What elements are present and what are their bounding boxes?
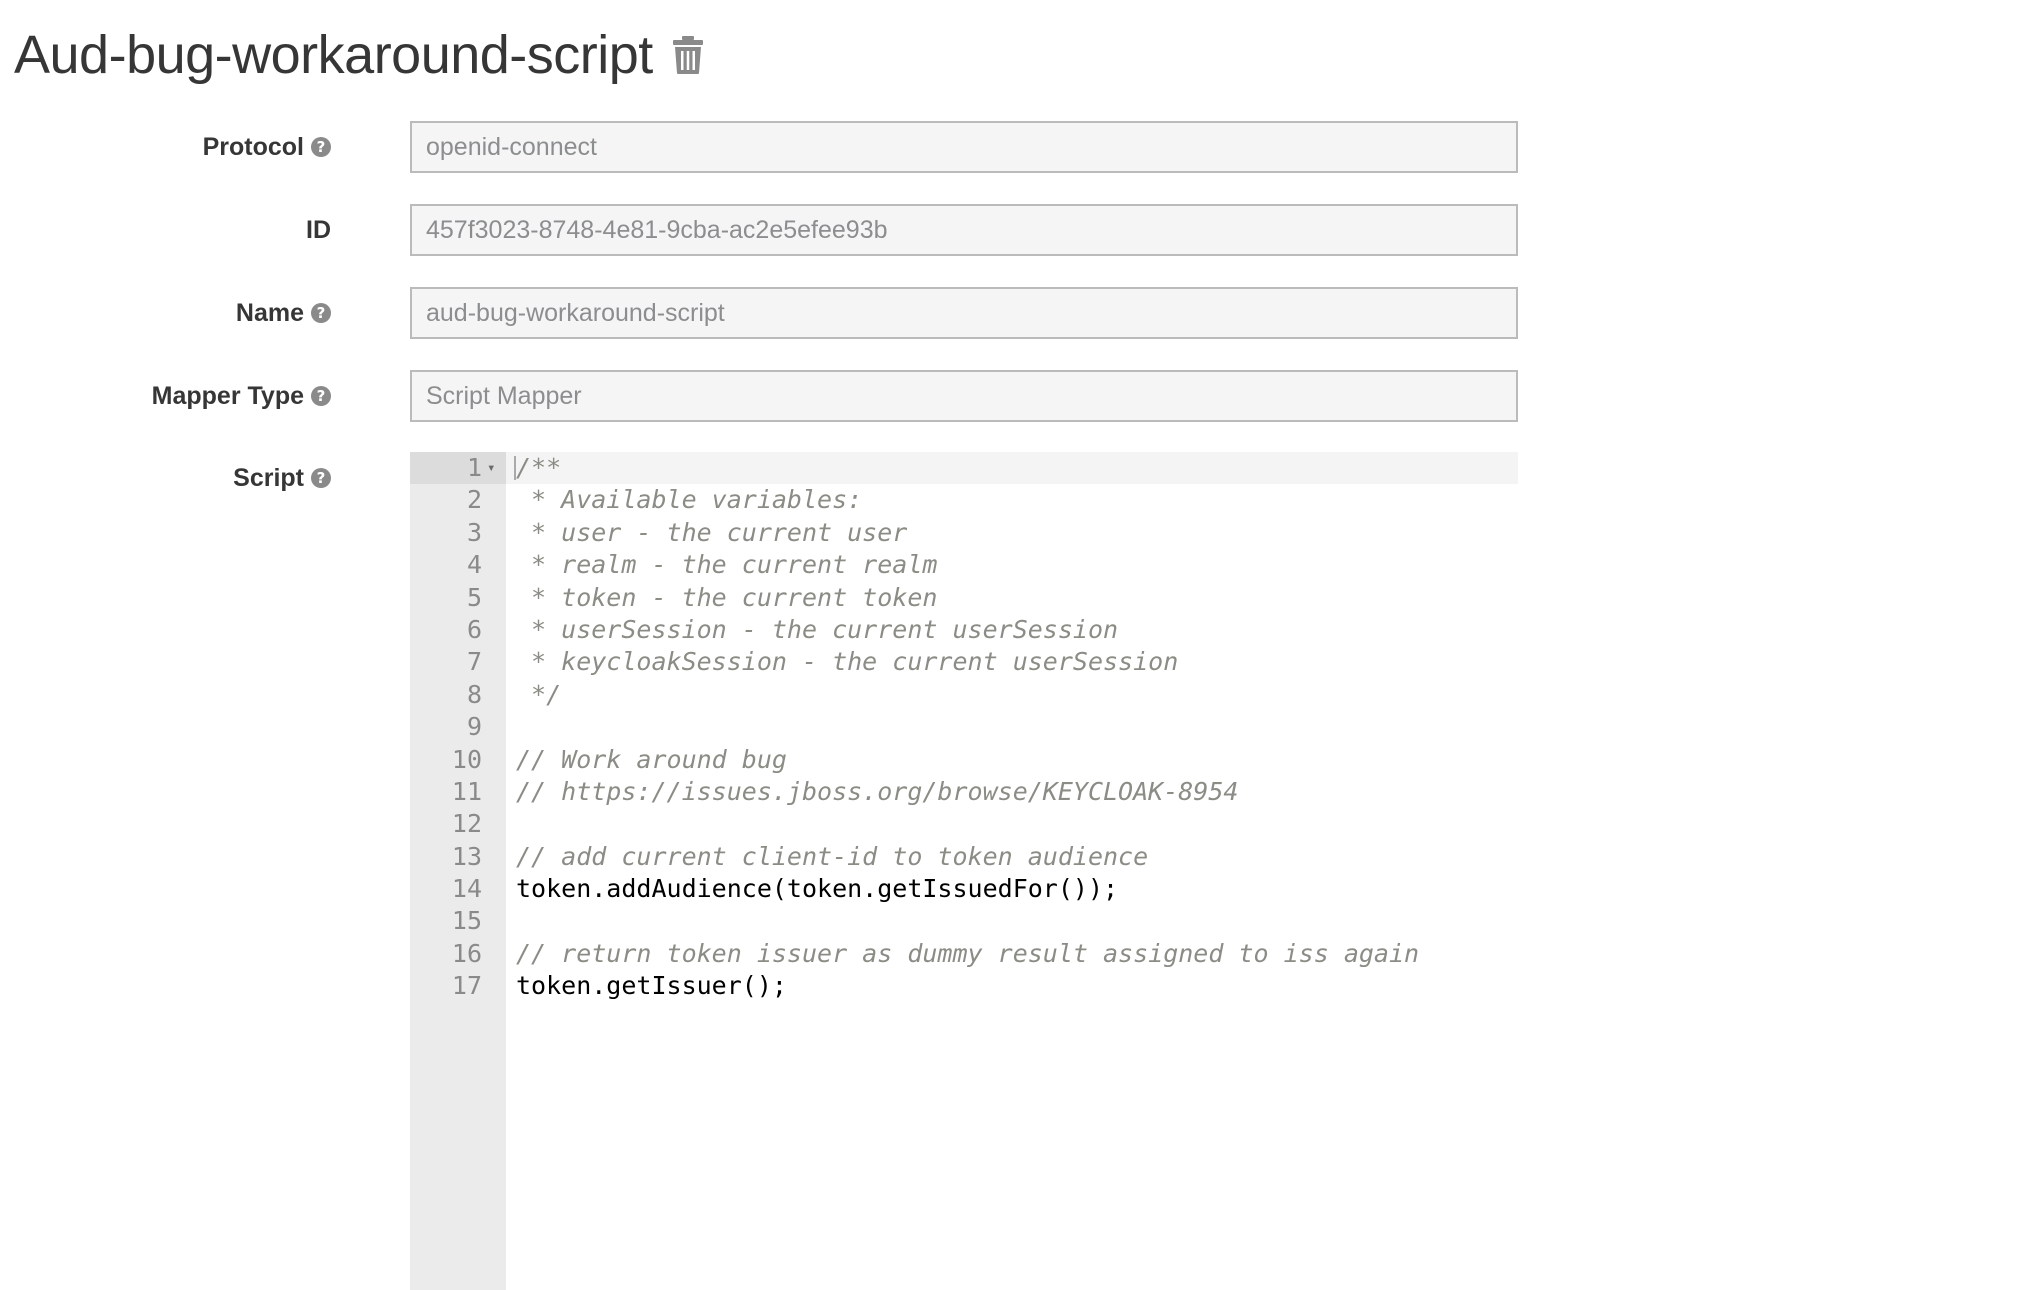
line-number: 9 [466,712,482,742]
id-label: ID [306,215,331,244]
name-label: Name ? [236,287,331,339]
line-number: 15 [451,906,482,936]
line-number: 17 [451,971,482,1001]
code-line[interactable]: 12 [410,808,1518,840]
code-line[interactable]: 4 * realm - the current realm [410,549,1518,581]
line-text: /** [516,453,562,482]
id-field[interactable] [410,204,1518,256]
mapper-detail-page: Aud-bug-workaround-script Protocol ? ID [0,0,2020,1290]
question-circle-icon[interactable]: ? [311,468,331,488]
line-number: 2 [466,485,482,515]
title-row: Aud-bug-workaround-script [14,20,705,90]
line-number: 16 [451,938,482,968]
code-line[interactable]: 11 // https://issues.jboss.org/browse/KEY… [410,776,1518,808]
line-number: 14 [451,874,482,904]
line-text: * keycloakSession - the current userSess… [516,647,1179,677]
line-number: 1 [466,453,482,482]
line-text: // Work around bug [516,744,787,774]
line-number: 6 [466,614,482,644]
line-text: * Available variables: [516,485,863,515]
code-line[interactable]: 17 token.getIssuer(); [410,970,1518,1002]
protocol-label: Protocol ? [203,121,331,173]
code-line[interactable]: 5 * token - the current token [410,582,1518,614]
line-number: 3 [466,517,482,547]
line-text: * userSession - the current userSession [516,614,1119,644]
line-number: 7 [466,647,482,677]
code-line[interactable]: 14 token.addAudience(token.getIssuedFor()… [410,873,1518,905]
page-title: Aud-bug-workaround-script [14,25,653,85]
code-line[interactable]: 16 // return token issuer as dummy result… [410,938,1518,970]
line-number: 13 [451,841,482,871]
question-circle-icon[interactable]: ? [311,303,331,323]
code-line[interactable]: 8 */ [410,679,1518,711]
line-text: * realm - the current realm [516,550,938,580]
mapper-type-label: Mapper Type ? [152,370,331,422]
line-text: */ [516,679,562,709]
question-circle-icon[interactable]: ? [311,386,331,406]
script-editor[interactable]: 1 ▾/** 2 * Available variables: 3 * user - … [410,452,1518,1290]
mapper-type-field[interactable] [410,370,1518,422]
code-line[interactable]: 2 * Available variables: [410,484,1518,516]
code-line[interactable]: 7 * keycloakSession - the current userSe… [410,646,1518,678]
code-line[interactable]: 15 [410,905,1518,937]
code-line[interactable]: 9 [410,711,1518,743]
trash-icon[interactable] [671,35,705,75]
line-text: // add current client-id to token audien… [516,841,1149,871]
line-number: 4 [466,550,482,580]
protocol-field[interactable] [410,121,1518,173]
code-line[interactable]: 13 // add current client-id to token audi… [410,841,1518,873]
mapper-type-row: Mapper Type ? [0,370,2020,422]
line-text: * token - the current token [516,582,938,612]
line-text: token.getIssuer(); [516,971,787,1001]
fold-arrow-icon[interactable]: ▾ [487,452,495,484]
name-row: Name ? [0,287,2020,339]
code-lines[interactable]: 1 ▾/** 2 * Available variables: 3 * user - … [410,452,1518,1003]
name-field[interactable] [410,287,1518,339]
protocol-row: Protocol ? [0,121,2020,173]
line-text: * user - the current user [516,517,908,547]
script-label: Script ? [233,452,331,504]
code-line[interactable]: 10 // Work around bug [410,744,1518,776]
line-number: 5 [466,582,482,612]
line-number: 8 [466,679,482,709]
line-number: 10 [451,744,482,774]
line-text: // return token issuer as dummy result a… [516,938,1420,968]
code-line[interactable]: 3 * user - the current user [410,517,1518,549]
code-line[interactable]: 6 * userSession - the current userSessio… [410,614,1518,646]
id-row: ID [0,204,2020,256]
line-number: 11 [451,776,482,806]
text-cursor [514,456,516,480]
line-text: token.addAudience(token.getIssuedFor()); [516,874,1119,904]
code-line[interactable]: 1 ▾ /** [410,452,1518,484]
line-number: 12 [451,809,482,839]
line-text: // https://issues.jboss.org/browse/KEYCL… [516,776,1239,806]
question-circle-icon[interactable]: ? [311,137,331,157]
